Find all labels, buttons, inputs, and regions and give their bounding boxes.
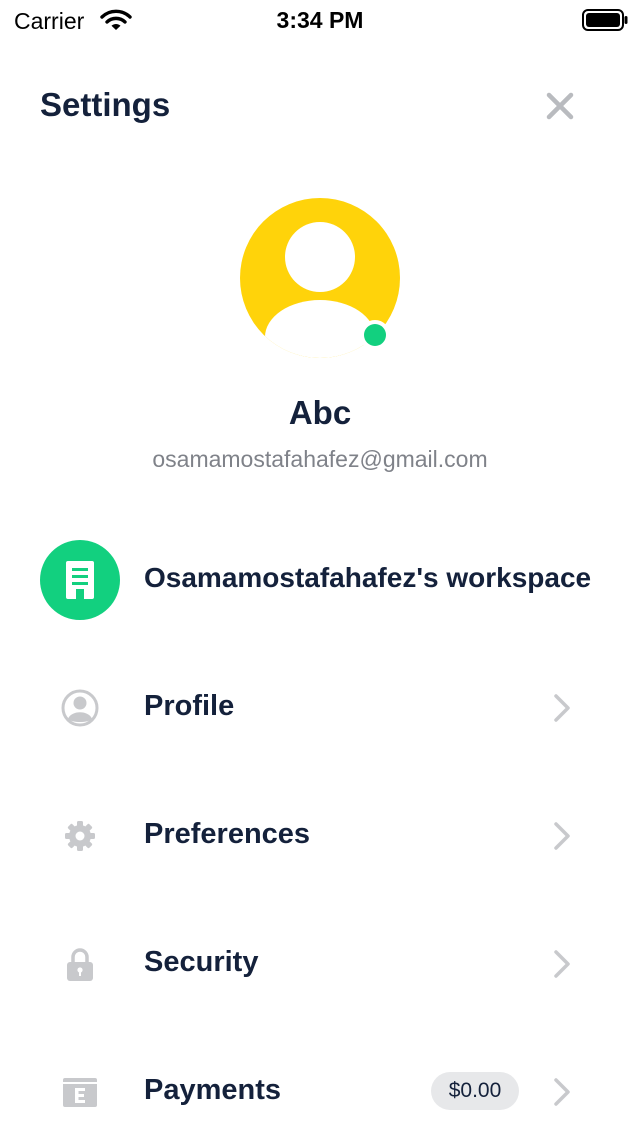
user-circle-icon bbox=[61, 689, 99, 727]
battery-icon bbox=[582, 9, 628, 31]
chevron-right-icon bbox=[554, 822, 570, 850]
menu-item-label: Security bbox=[144, 946, 259, 978]
menu-item-preferences[interactable]: Preferences bbox=[0, 796, 640, 876]
avatar[interactable] bbox=[240, 198, 402, 360]
chevron-right-icon bbox=[554, 694, 570, 722]
menu-item-profile[interactable]: Profile bbox=[0, 668, 640, 748]
gear-icon bbox=[65, 821, 95, 851]
workspace-name: Osamamostafahafez's workspace bbox=[144, 562, 592, 593]
menu-item-label: Profile bbox=[144, 690, 235, 722]
menu-item-label: Payments bbox=[144, 1074, 282, 1106]
menu-item-label: Preferences bbox=[144, 818, 311, 850]
balance-badge: $0.00 bbox=[431, 1072, 519, 1110]
page-title: Settings bbox=[40, 86, 171, 123]
status-bar: Carrier 3:34 PM bbox=[0, 0, 640, 40]
user-name: Abc bbox=[288, 394, 352, 431]
wallet-icon bbox=[63, 1078, 97, 1107]
menu-item-payments[interactable]: Payments $0.00 bbox=[0, 1052, 640, 1132]
status-time: 3:34 PM bbox=[276, 7, 364, 33]
menu-item-security[interactable]: Security bbox=[0, 924, 640, 1004]
chevron-right-icon bbox=[554, 950, 570, 978]
workspace-item[interactable]: Osamamostafahafez's workspace bbox=[0, 540, 640, 620]
workspace-avatar bbox=[40, 540, 120, 620]
lock-icon bbox=[67, 948, 93, 981]
user-email: osamamostafahafez@gmail.com bbox=[152, 446, 488, 472]
chevron-right-icon bbox=[554, 1078, 570, 1106]
close-icon[interactable] bbox=[542, 88, 578, 124]
building-icon bbox=[66, 561, 94, 599]
